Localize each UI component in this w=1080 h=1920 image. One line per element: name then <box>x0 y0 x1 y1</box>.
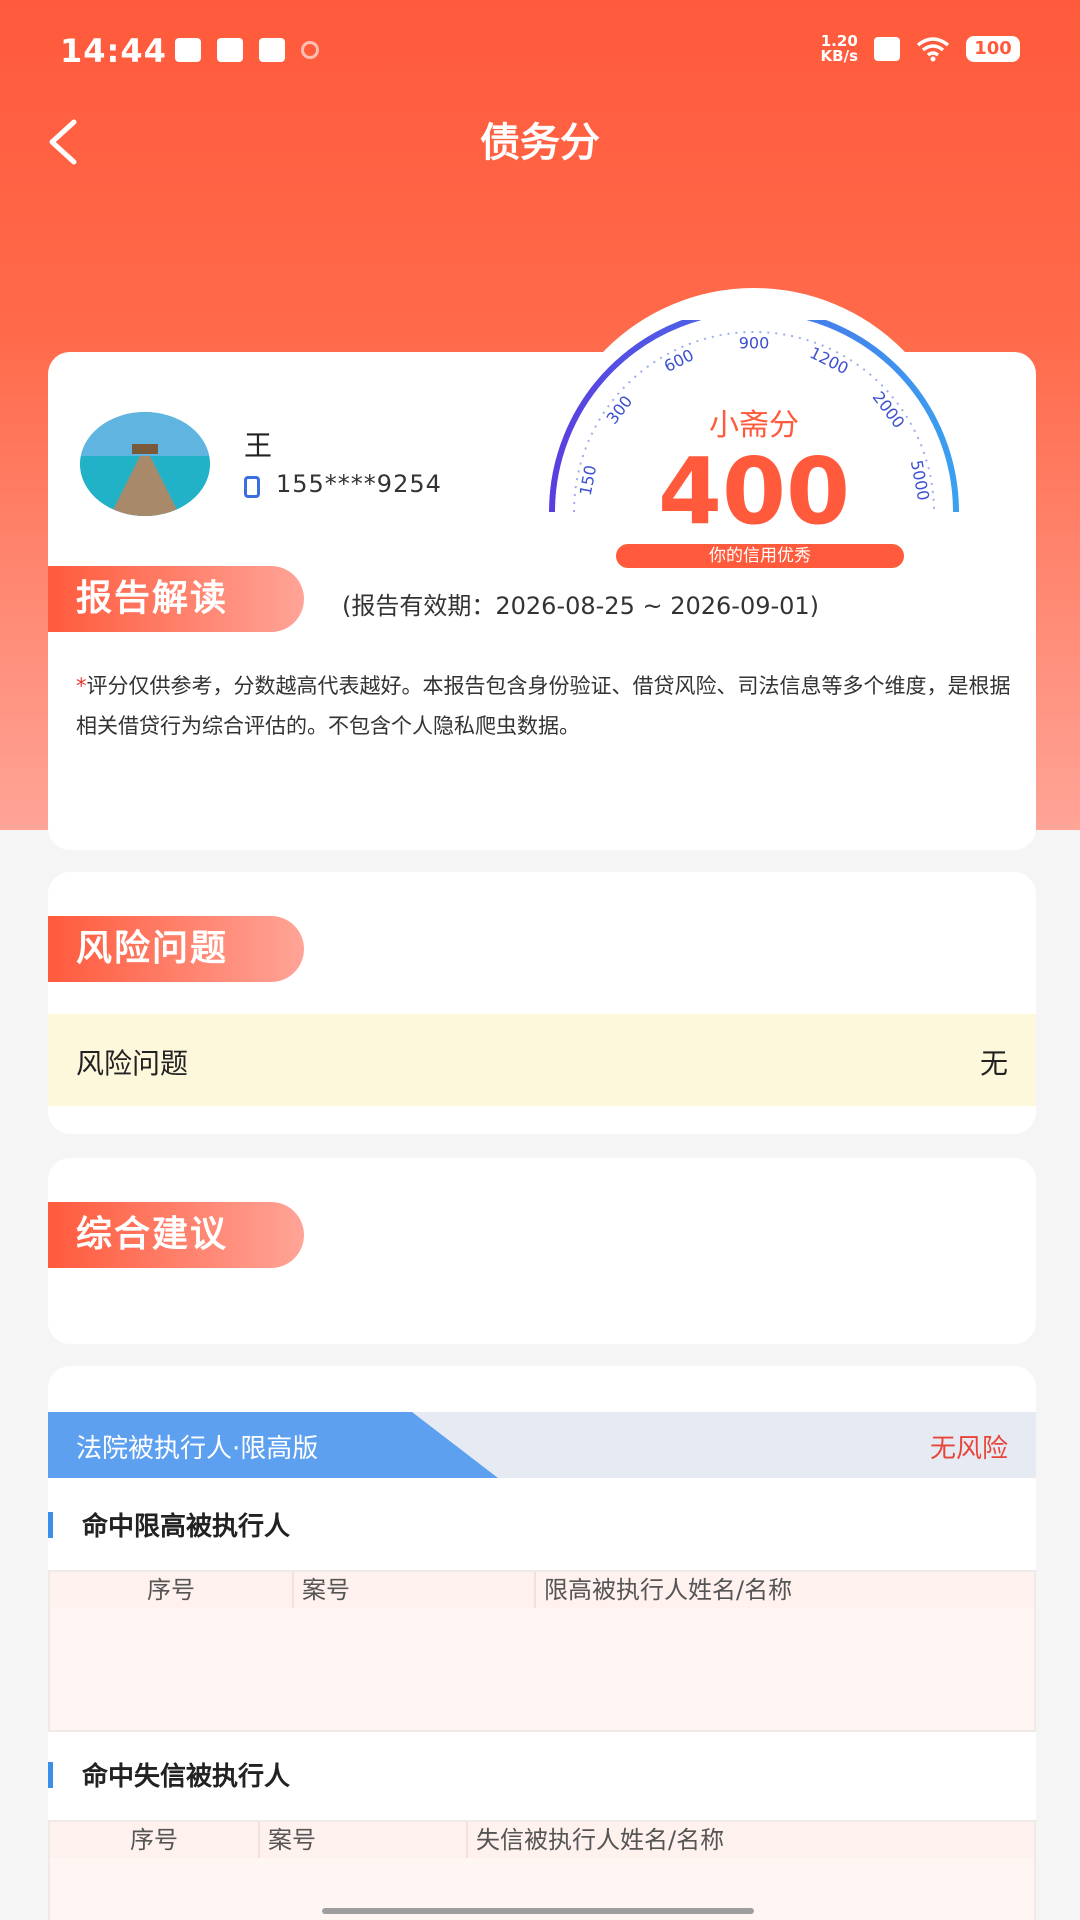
court-header: 法院被执行人·限高版 无风险 <box>48 1412 1036 1478</box>
user-phone: 155****9254 <box>276 470 442 498</box>
dishonest-table-header: 序号 案号 失信被执行人姓名/名称 <box>50 1822 1034 1858</box>
avatar-image <box>80 412 210 516</box>
status-right: 1.20 KB/s 100 <box>821 34 1020 64</box>
dishonest-section-title: 命中失信被执行人 <box>82 1762 291 1792</box>
home-indicator[interactable] <box>322 1908 754 1914</box>
score-badge: 你的信用优秀 <box>616 544 904 568</box>
dishonest-section-header: 命中失信被执行人 <box>48 1744 1036 1804</box>
risk-tag: 风险问题 <box>48 916 304 982</box>
user-name: 王 <box>244 429 273 462</box>
report-disclaimer: *评分仅供参考，分数越高代表越好。本报告包含身份验证、借贷风险、司法信息等多个维… <box>76 666 1016 746</box>
limit-table: 序号 案号 限高被执行人姓名/名称 <box>48 1570 1036 1732</box>
column-header: 案号 <box>260 1822 468 1858</box>
risk-row-label: 风险问题 <box>76 1047 189 1080</box>
notification-icons <box>175 38 319 62</box>
sim-off-icon <box>874 37 900 61</box>
status-bar: 14:44 1.20 KB/s 100 <box>0 0 1080 110</box>
risk-row-value: 无 <box>979 1047 1008 1080</box>
disclaimer-text: 评分仅供参考，分数越高代表越好。本报告包含身份验证、借贷风险、司法信息等多个维度… <box>76 674 1011 738</box>
status-time: 14:44 <box>60 32 167 70</box>
battery-indicator: 100 <box>966 36 1020 62</box>
limit-table-body <box>50 1608 1034 1730</box>
avatar <box>80 412 210 516</box>
limit-section-header: 命中限高被执行人 <box>48 1494 1036 1554</box>
dishonest-table: 序号 案号 失信被执行人姓名/名称 <box>48 1820 1036 1920</box>
column-header: 失信被执行人姓名/名称 <box>476 1826 725 1854</box>
page-title: 债务分 <box>480 120 600 166</box>
phone-icon <box>244 476 260 498</box>
court-title: 法院被执行人·限高版 <box>76 1434 319 1464</box>
score-value: 400 <box>657 438 851 545</box>
column-header: 限高被执行人姓名/名称 <box>544 1576 793 1604</box>
section-marker <box>48 1512 53 1538</box>
column-header: 序号 <box>50 1822 260 1858</box>
court-status: 无风险 <box>929 1434 1008 1464</box>
wifi-icon <box>916 37 950 62</box>
column-header: 案号 <box>294 1572 536 1608</box>
inbox-icon <box>259 38 285 62</box>
limit-section-title: 命中限高被执行人 <box>82 1512 291 1542</box>
network-speed-unit: KB/s <box>820 47 858 65</box>
risk-row: 风险问题 无 <box>48 1014 1036 1106</box>
mail-icon <box>217 38 243 62</box>
report-tag: 报告解读 <box>48 566 304 632</box>
report-validity: (报告有效期：2026-08-25 ~ 2026-09-01) <box>342 592 820 620</box>
gauge-tick-label: 600 <box>661 345 697 376</box>
circle-icon <box>301 41 319 59</box>
section-marker <box>48 1762 53 1788</box>
gauge-tick-label: 900 <box>739 334 770 353</box>
network-speed: 1.20 KB/s <box>821 34 858 64</box>
limit-table-header: 序号 案号 限高被执行人姓名/名称 <box>50 1572 1034 1608</box>
advice-tag: 综合建议 <box>48 1202 304 1268</box>
column-header: 序号 <box>50 1572 294 1608</box>
required-mark: * <box>76 674 87 698</box>
clipboard-icon <box>175 38 201 62</box>
